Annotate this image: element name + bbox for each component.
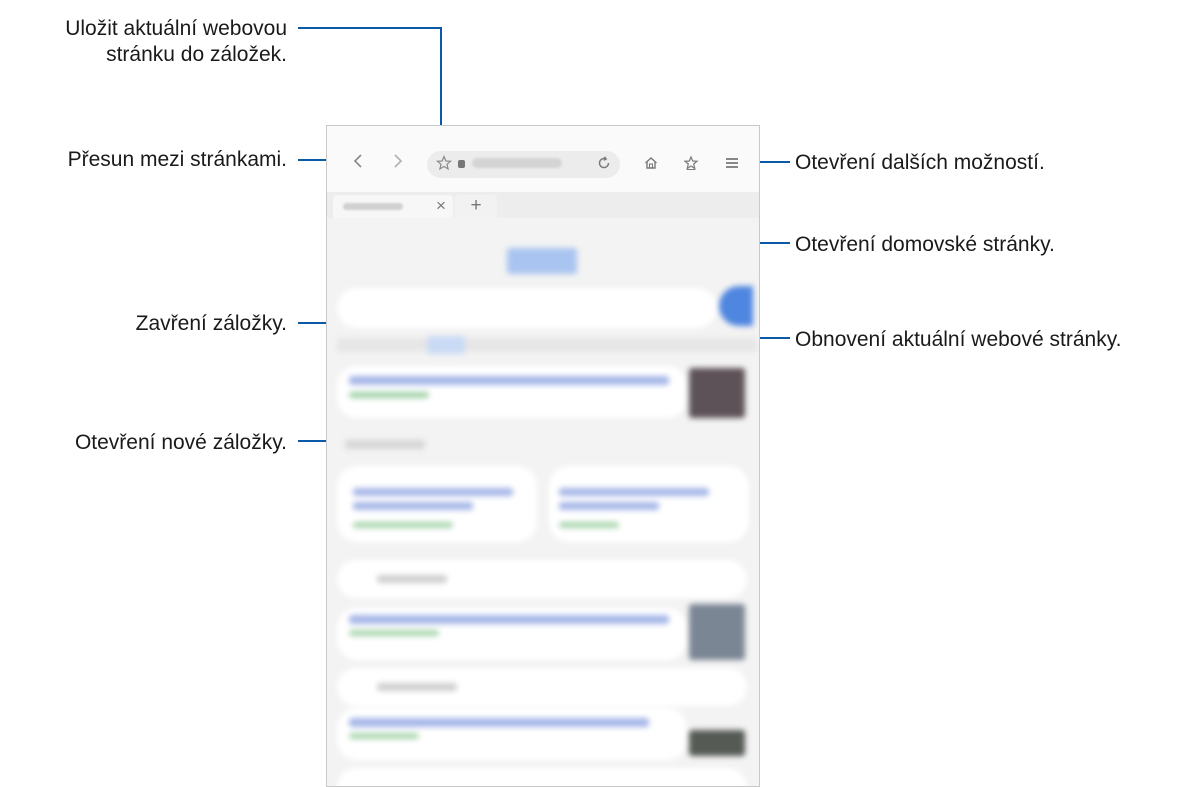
news-1-title2 bbox=[353, 502, 473, 510]
logo-blur bbox=[507, 248, 577, 274]
address-bar[interactable] bbox=[427, 151, 620, 178]
news-2-meta bbox=[559, 522, 619, 528]
new-tab-button[interactable]: + bbox=[455, 195, 497, 218]
home-button[interactable] bbox=[642, 155, 660, 176]
result-3-thumb bbox=[689, 730, 745, 756]
result-2-title bbox=[349, 615, 669, 624]
search-box bbox=[337, 288, 717, 328]
annotation-new-tab: Otevření nové záložky. bbox=[74, 431, 287, 454]
expand-row-2-text bbox=[377, 683, 457, 691]
browser-screen: × + bbox=[326, 125, 760, 787]
section-heading bbox=[345, 440, 425, 449]
back-button[interactable] bbox=[349, 153, 367, 174]
refresh-icon bbox=[598, 156, 610, 169]
expand-row-3 bbox=[337, 768, 747, 786]
forward-button[interactable] bbox=[389, 153, 407, 174]
result-2-url bbox=[349, 630, 439, 636]
result-1-title bbox=[349, 376, 669, 385]
expand-row-1-text bbox=[377, 575, 447, 583]
refresh-button[interactable] bbox=[595, 155, 613, 176]
news-2-title bbox=[559, 488, 709, 496]
home-icon bbox=[645, 157, 657, 169]
annotation-more-options: Otevření dalších možností. bbox=[795, 151, 1045, 174]
lock-icon bbox=[458, 160, 465, 168]
result-1-url bbox=[349, 392, 429, 398]
annotation-navigate-pages: Přesun mezi stránkami. bbox=[67, 148, 287, 171]
result-1-thumb bbox=[689, 368, 745, 418]
filter-row bbox=[337, 338, 757, 352]
annotation-home-page: Otevření domovské stránky. bbox=[795, 233, 1055, 256]
bookmarks-button[interactable] bbox=[682, 155, 700, 176]
close-tab-button[interactable]: × bbox=[433, 197, 449, 215]
tab-current[interactable]: × bbox=[333, 195, 453, 218]
filter-active bbox=[427, 336, 465, 354]
annotation-bookmark-current: Uložit aktuální webovou stránku do zálož… bbox=[65, 17, 287, 66]
bookmarks-icon bbox=[683, 155, 699, 170]
result-2-thumb bbox=[689, 604, 745, 660]
chevron-right-icon bbox=[394, 154, 403, 168]
tab-bar: × + bbox=[327, 192, 759, 218]
annotation-refresh-page: Obnovení aktuální webové stránky. bbox=[795, 328, 1122, 351]
search-button-blur bbox=[719, 286, 753, 326]
menu-icon bbox=[726, 158, 738, 168]
news-2-title2 bbox=[559, 502, 659, 510]
tab-title bbox=[343, 203, 403, 210]
result-3-title bbox=[349, 718, 649, 727]
web-page-content bbox=[327, 218, 759, 786]
star-icon bbox=[435, 154, 453, 171]
menu-button[interactable] bbox=[723, 155, 741, 176]
url-text bbox=[472, 158, 562, 168]
chevron-left-icon bbox=[353, 154, 362, 168]
plus-icon: + bbox=[470, 195, 482, 216]
bookmark-star-button[interactable] bbox=[435, 154, 453, 176]
news-1-title bbox=[353, 488, 513, 496]
leader-bookmark-h bbox=[298, 27, 442, 29]
annotation-close-tab: Zavření záložky. bbox=[135, 312, 287, 335]
result-3-url bbox=[349, 733, 419, 739]
news-1-meta bbox=[353, 522, 453, 528]
